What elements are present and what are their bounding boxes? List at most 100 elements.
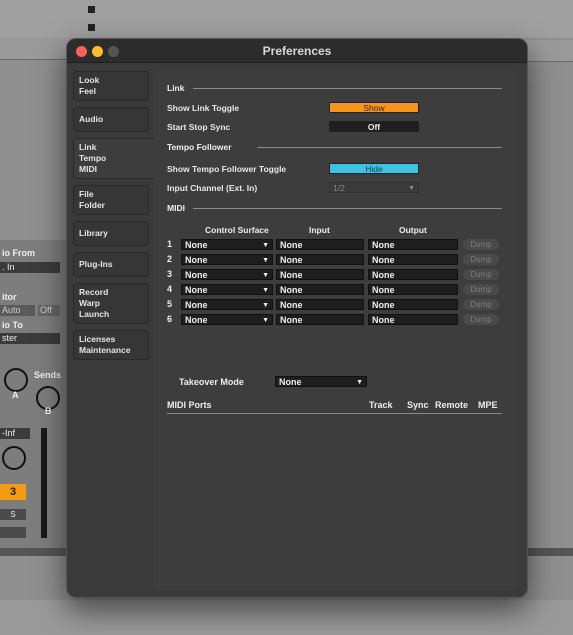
control-surface-value: None xyxy=(185,240,208,250)
midi-row: 6 None ▼ None None Dump xyxy=(167,314,507,325)
tab-licenses-maintenance[interactable]: Licenses Maintenance xyxy=(73,330,149,360)
control-surface-dropdown[interactable]: None ▼ xyxy=(181,314,273,325)
control-surface-dropdown[interactable]: None ▼ xyxy=(181,269,273,280)
dump-button[interactable]: Dump xyxy=(463,314,499,325)
tab-label: Licenses xyxy=(79,334,116,344)
title-bar: Preferences xyxy=(67,39,527,63)
audio-to-label: io To xyxy=(2,320,23,330)
midi-row-number: 1 xyxy=(167,239,173,249)
start-stop-sync-button[interactable]: Off xyxy=(329,121,419,132)
midi-output-dropdown[interactable]: None xyxy=(368,299,458,310)
midi-input-dropdown[interactable]: None xyxy=(276,254,364,265)
midi-output-dropdown[interactable]: None xyxy=(368,239,458,250)
midi-row: 1 None ▼ None None Dump xyxy=(167,239,507,250)
midi-row-number: 6 xyxy=(167,314,173,324)
preferences-content: Link Show Link Toggle Show Start Stop Sy… xyxy=(153,71,516,591)
tab-library[interactable]: Library xyxy=(73,221,149,246)
control-surface-dropdown[interactable]: None ▼ xyxy=(181,254,273,265)
send-a-knob[interactable] xyxy=(4,368,28,392)
track-column-header: Track xyxy=(369,400,393,410)
preferences-sidebar: Look Feel Audio Link Tempo MIDI File Fol… xyxy=(73,71,155,366)
show-tempo-follower-toggle-label: Show Tempo Follower Toggle xyxy=(167,164,287,174)
audio-to-field[interactable]: ster xyxy=(0,333,60,344)
monitor-off-button[interactable]: Off xyxy=(38,305,60,316)
input-channel-label: Input Channel (Ext. In) xyxy=(167,183,258,193)
dump-button[interactable]: Dump xyxy=(463,284,499,295)
show-tempo-follower-toggle-button[interactable]: Hide xyxy=(329,163,419,174)
control-surface-value: None xyxy=(185,315,208,325)
start-stop-sync-label: Start Stop Sync xyxy=(167,122,231,132)
tab-plug-ins[interactable]: Plug-Ins xyxy=(73,252,149,277)
monitor-auto-button[interactable]: Auto xyxy=(0,305,35,316)
control-surface-dropdown[interactable]: None ▼ xyxy=(181,239,273,250)
midi-input-dropdown[interactable]: None xyxy=(276,269,364,280)
midi-row-number: 4 xyxy=(167,284,173,294)
midi-input-dropdown[interactable]: None xyxy=(276,284,364,295)
midi-output-value: None xyxy=(372,255,395,265)
tab-look-feel[interactable]: Look Feel xyxy=(73,71,149,101)
track-activator-button[interactable]: 3 xyxy=(0,484,26,500)
control-surface-dropdown[interactable]: None ▼ xyxy=(181,299,273,310)
background-cell xyxy=(88,6,95,13)
tab-label: Audio xyxy=(79,114,104,124)
midi-ports-title: MIDI Ports xyxy=(167,400,212,410)
tab-label: Look xyxy=(79,75,100,85)
section-divider xyxy=(193,208,502,209)
midi-output-dropdown[interactable]: None xyxy=(368,254,458,265)
tab-label: Launch xyxy=(79,309,110,319)
takeover-mode-dropdown[interactable]: None ▼ xyxy=(275,376,367,387)
dump-button[interactable]: Dump xyxy=(463,254,499,265)
tab-audio[interactable]: Audio xyxy=(73,107,149,132)
midi-input-value: None xyxy=(280,315,303,325)
monitor-label: itor xyxy=(2,292,17,302)
chevron-down-icon: ▼ xyxy=(262,242,269,249)
midi-input-dropdown[interactable]: None xyxy=(276,239,364,250)
sync-column-header: Sync xyxy=(407,400,429,410)
input-channel-dropdown[interactable]: 1/2 ▼ xyxy=(329,182,419,193)
show-link-toggle-button[interactable]: Show xyxy=(329,102,419,113)
arm-button[interactable] xyxy=(0,527,26,538)
send-a-label: A xyxy=(12,390,19,400)
pan-knob[interactable] xyxy=(2,446,26,470)
tab-link-tempo-midi[interactable]: Link Tempo MIDI xyxy=(73,138,155,179)
control-surface-value: None xyxy=(185,300,208,310)
preferences-window: Preferences Look Feel Audio Link Tempo M… xyxy=(66,38,528,598)
tab-file-folder[interactable]: File Folder xyxy=(73,185,149,215)
control-surface-dropdown[interactable]: None ▼ xyxy=(181,284,273,295)
midi-row-number: 3 xyxy=(167,269,173,279)
show-link-toggle-label: Show Link Toggle xyxy=(167,103,240,113)
level-meter xyxy=(41,428,47,538)
midi-input-value: None xyxy=(280,300,303,310)
midi-input-dropdown[interactable]: None xyxy=(276,299,364,310)
midi-output-value: None xyxy=(372,285,395,295)
midi-output-dropdown[interactable]: None xyxy=(368,284,458,295)
tab-label: Plug-Ins xyxy=(79,259,113,269)
tab-record-warp-launch[interactable]: Record Warp Launch xyxy=(73,283,149,324)
chevron-down-icon: ▼ xyxy=(262,302,269,309)
midi-input-value: None xyxy=(280,255,303,265)
midi-input-dropdown[interactable]: None xyxy=(276,314,364,325)
dump-button[interactable]: Dump xyxy=(463,299,499,310)
midi-row-number: 2 xyxy=(167,254,173,264)
midi-output-value: None xyxy=(372,270,395,280)
audio-from-field[interactable]: . In xyxy=(0,262,60,273)
dump-button[interactable]: Dump xyxy=(463,239,499,250)
midi-output-dropdown[interactable]: None xyxy=(368,269,458,280)
tab-label: Record xyxy=(79,287,109,297)
chevron-down-icon: ▼ xyxy=(262,272,269,279)
section-divider xyxy=(257,147,502,148)
link-section-heading: Link xyxy=(167,83,185,93)
midi-row-number: 5 xyxy=(167,299,173,309)
solo-button[interactable]: S xyxy=(0,509,26,520)
mpe-column-header: MPE xyxy=(478,400,498,410)
tab-label: File xyxy=(79,189,94,199)
volume-display[interactable]: -Inf xyxy=(0,428,30,439)
sends-label: Sends xyxy=(34,370,62,380)
background-cell xyxy=(88,24,95,31)
midi-row: 4 None ▼ None None Dump xyxy=(167,284,507,295)
dump-button[interactable]: Dump xyxy=(463,269,499,280)
chevron-down-icon: ▼ xyxy=(262,287,269,294)
midi-output-dropdown[interactable]: None xyxy=(368,314,458,325)
tab-label: Tempo xyxy=(79,153,107,163)
midi-output-value: None xyxy=(372,300,395,310)
